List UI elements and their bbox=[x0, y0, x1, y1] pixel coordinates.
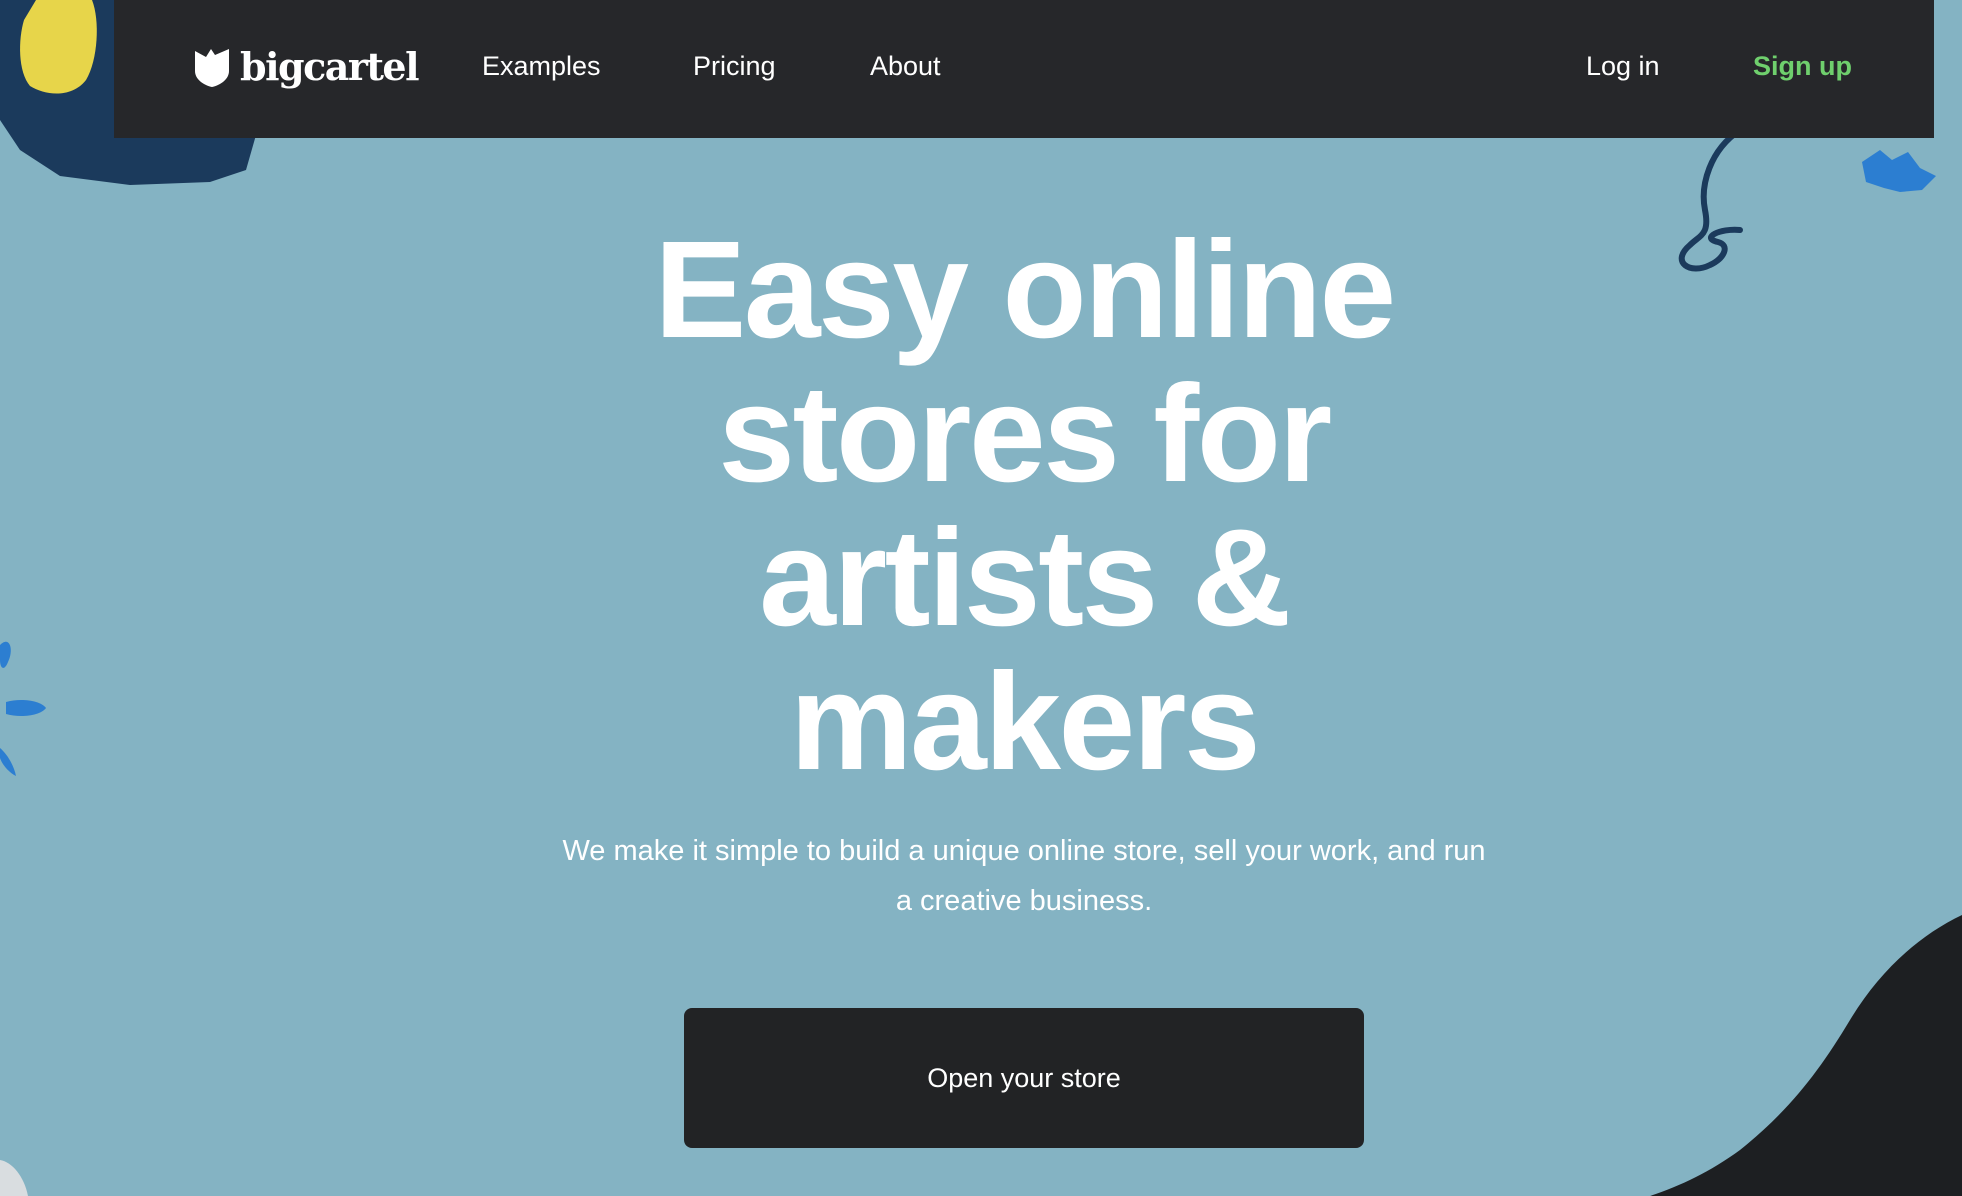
blue-petal-shape-3 bbox=[0, 748, 16, 776]
blue-petal-shape-2 bbox=[6, 700, 46, 716]
blue-star-shape bbox=[1862, 150, 1936, 192]
nav-link-about[interactable]: About bbox=[870, 48, 941, 84]
dark-figure-shape bbox=[1650, 915, 1962, 1196]
hero-title-line: artists & bbox=[759, 501, 1291, 655]
login-link[interactable]: Log in bbox=[1586, 48, 1660, 84]
hero-subtitle: We make it simple to build a unique onli… bbox=[562, 835, 1486, 917]
hero-title-line: makers bbox=[789, 645, 1261, 799]
light-corner-shape bbox=[0, 1160, 28, 1196]
bigcartel-logo-link[interactable]: bigcartel bbox=[195, 44, 420, 90]
open-your-store-button[interactable]: Open your store bbox=[684, 1008, 1364, 1148]
bigcartel-shield-icon bbox=[195, 49, 229, 87]
brand-name: bigcartel bbox=[240, 44, 420, 89]
yellow-blob-shape bbox=[20, 0, 97, 94]
blue-squiggle-shape bbox=[1678, 127, 1743, 272]
nav-link-examples[interactable]: Examples bbox=[482, 48, 601, 84]
blue-petal-shape-1 bbox=[0, 641, 11, 668]
hero-title-line: stores for bbox=[718, 357, 1332, 511]
nav-link-pricing[interactable]: Pricing bbox=[693, 48, 776, 84]
signup-link[interactable]: Sign up bbox=[1753, 48, 1852, 84]
hero-title-line: Easy online bbox=[654, 213, 1396, 367]
top-navigation-bar: bigcartel Examples Pricing About Log in … bbox=[114, 0, 1934, 138]
hero-title: Easy online stores for artists & makers bbox=[581, 218, 1467, 794]
